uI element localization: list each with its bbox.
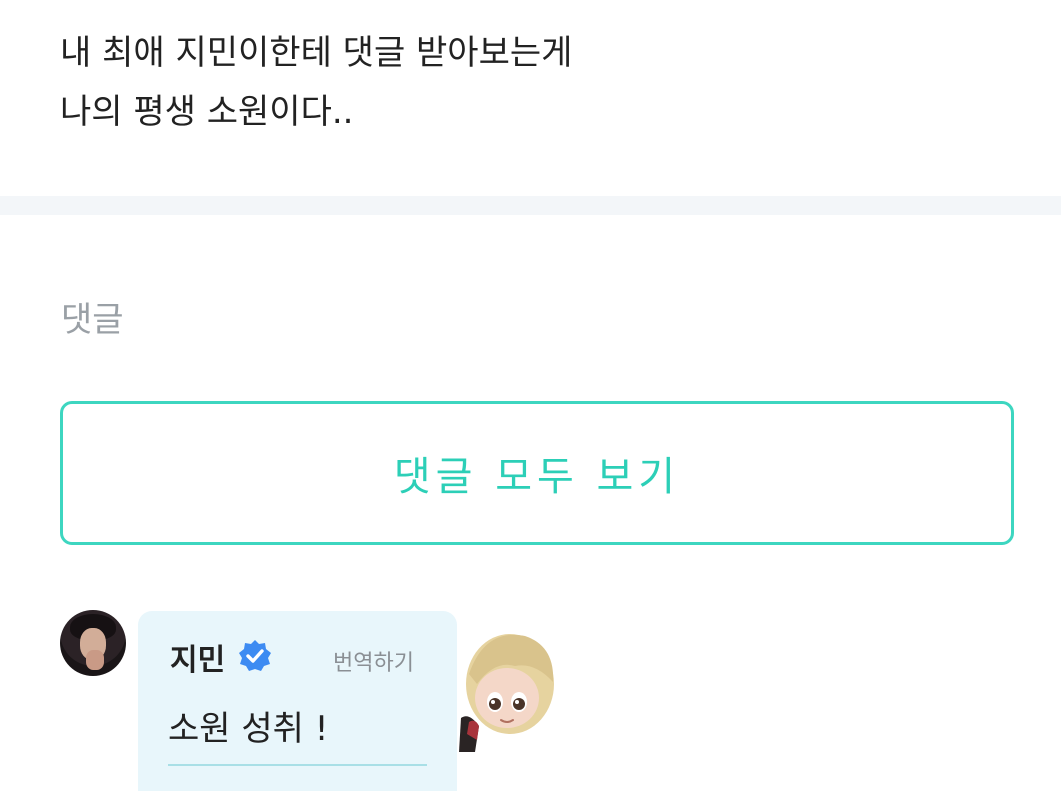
verified-badge-icon [239, 640, 271, 671]
comment-author-name[interactable]: 지민 [170, 635, 225, 679]
post-body-line-1: 내 최애 지민이한테 댓글 받아보는게 [60, 33, 573, 73]
avatar-hand [86, 650, 104, 670]
post-body-line-2: 나의 평생 소원이다.. [60, 92, 354, 132]
translate-link[interactable]: 번역하기 [333, 645, 414, 677]
section-divider [0, 196, 1061, 215]
comment-bubble: 지민 번역하기 소원 성취 ! [138, 611, 457, 791]
post-body: 내 최애 지민이한테 댓글 받아보는게 나의 평생 소원이다.. [60, 24, 1000, 142]
comments-heading: 댓글 [61, 300, 124, 340]
comment-text: 소원 성취 ! [168, 709, 329, 749]
comment-divider [168, 764, 427, 766]
character-sticker-icon [459, 634, 554, 752]
view-all-comments-button[interactable]: 댓글 모두 보기 [60, 401, 1014, 545]
commenter-avatar[interactable] [60, 610, 126, 676]
